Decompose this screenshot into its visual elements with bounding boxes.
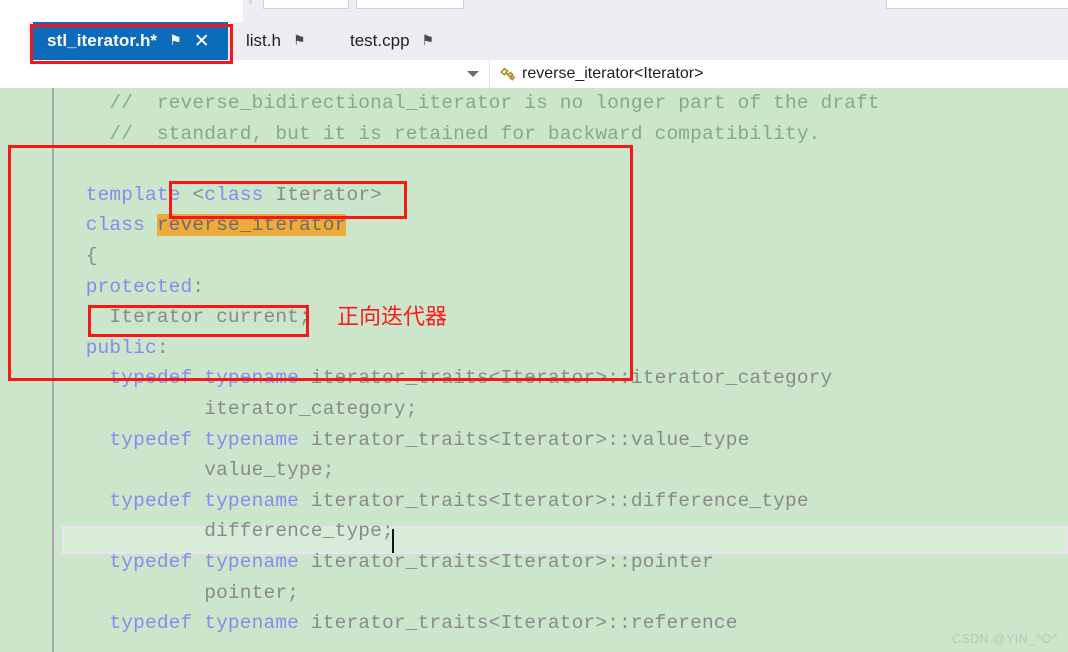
code-token: :: [192, 275, 205, 298]
chevron-down-icon[interactable]: [467, 71, 479, 77]
code-token: iterator_traits<Iterator>::reference: [299, 612, 738, 635]
code-token: class: [62, 214, 157, 237]
toolbar-left-spacer: [0, 0, 243, 22]
code-line: iterator_category;: [0, 394, 1068, 425]
code-token: protected: [62, 275, 193, 298]
tab-test-cpp[interactable]: test.cpp ⚑: [340, 22, 458, 60]
code-token: <: [192, 183, 205, 206]
code-token: typedef typename: [62, 550, 300, 573]
toolbar-separator: [249, 0, 252, 4]
class-icon: [498, 66, 517, 83]
tab-label: stl_iterator.h*: [47, 31, 158, 50]
code-line: typedef typename iterator_traits<Iterato…: [0, 363, 1068, 394]
code-line: typedef typename iterator_traits<Iterato…: [0, 425, 1068, 456]
close-icon[interactable]: ✕: [194, 32, 210, 51]
code-line: typedef typename iterator_traits<Iterato…: [0, 486, 1068, 517]
code-line: {: [0, 241, 1068, 272]
code-line: // standard, but it is retained for back…: [0, 119, 1068, 150]
visual-studio-editor-window: stl_iterator.h* ⚑ ✕ list.h ⚑ test.cpp ⚑: [0, 0, 1068, 652]
current-member-label: reverse_iterator<Iterator>: [522, 65, 704, 82]
code-token: Iterator current;: [62, 306, 311, 329]
code-editor-surface[interactable]: // reverse_bidirectional_iterator is no …: [0, 88, 1068, 652]
code-token: iterator_traits<Iterator>::value_type: [299, 428, 750, 451]
code-token: pointer;: [62, 581, 300, 604]
code-token: template: [62, 183, 193, 206]
code-token: typedef typename: [62, 612, 300, 635]
code-line: public:: [0, 333, 1068, 364]
code-token: class: [204, 183, 264, 206]
code-token: iterator_traits<Iterator>::iterator_cate…: [299, 367, 833, 390]
code-line: pointer;: [0, 578, 1068, 609]
code-line: difference_type;: [0, 516, 1068, 547]
code-line: value_type;: [0, 455, 1068, 486]
navigation-bar: reverse_iterator<Iterator>: [0, 60, 1068, 88]
code-token: difference_type;: [62, 520, 394, 543]
member-selector-dropdown[interactable]: reverse_iterator<Iterator>: [490, 60, 1068, 88]
code-token: public: [62, 336, 157, 359]
code-token: :: [156, 336, 169, 359]
pin-icon[interactable]: ⚑: [169, 34, 182, 48]
code-line-container: // reverse_bidirectional_iterator is no …: [0, 88, 1068, 639]
tab-list-h[interactable]: list.h ⚑: [236, 22, 328, 60]
scope-selector-dropdown[interactable]: [0, 60, 490, 88]
highlighted-symbol: reverse_iterator: [156, 214, 347, 237]
code-line: template <class Iterator>: [0, 180, 1068, 211]
code-line: Iterator current;: [0, 302, 1068, 333]
watermark: CSDN @YIN_^O^: [951, 632, 1058, 646]
code-line: typedef typename iterator_traits<Iterato…: [0, 608, 1068, 639]
code-token: iterator_traits<Iterator>::pointer: [299, 550, 714, 573]
code-token: {: [62, 244, 98, 267]
code-token: iterator_traits<Iterator>::difference_ty…: [299, 489, 809, 512]
code-token: iterator_category;: [62, 397, 418, 420]
tab-label: test.cpp: [350, 31, 410, 50]
code-line: // reverse_bidirectional_iterator is no …: [0, 88, 1068, 119]
toolbar-combo-3[interactable]: [886, 0, 1068, 9]
toolbar-combo-1[interactable]: [263, 0, 349, 9]
code-line: protected:: [0, 272, 1068, 303]
code-token: typedef typename: [62, 489, 300, 512]
code-line: class reverse_iterator: [0, 210, 1068, 241]
editor-tab-bar: stl_iterator.h* ⚑ ✕ list.h ⚑ test.cpp ⚑: [0, 22, 1068, 82]
code-token: typedef typename: [62, 367, 300, 390]
tab-bar-left-pad: [0, 22, 28, 60]
tab-label: list.h: [246, 31, 281, 50]
code-token: Iterator>: [263, 183, 383, 206]
code-line: typedef typename iterator_traits<Iterato…: [0, 547, 1068, 578]
toolbar-combo-2[interactable]: [356, 0, 464, 9]
tab-stl-iterator-h[interactable]: stl_iterator.h* ⚑ ✕: [33, 22, 228, 60]
pin-icon[interactable]: ⚑: [293, 34, 306, 48]
toolbar-strip: [0, 0, 1068, 22]
code-token: value_type;: [62, 459, 335, 482]
code-token: // standard, but it is retained for back…: [62, 122, 821, 145]
pin-icon[interactable]: ⚑: [422, 34, 435, 48]
annotation-chinese-note: 正向迭代器: [337, 305, 448, 330]
code-token: typedef typename: [62, 428, 300, 451]
code-token: // reverse_bidirectional_iterator is no …: [62, 92, 880, 114]
